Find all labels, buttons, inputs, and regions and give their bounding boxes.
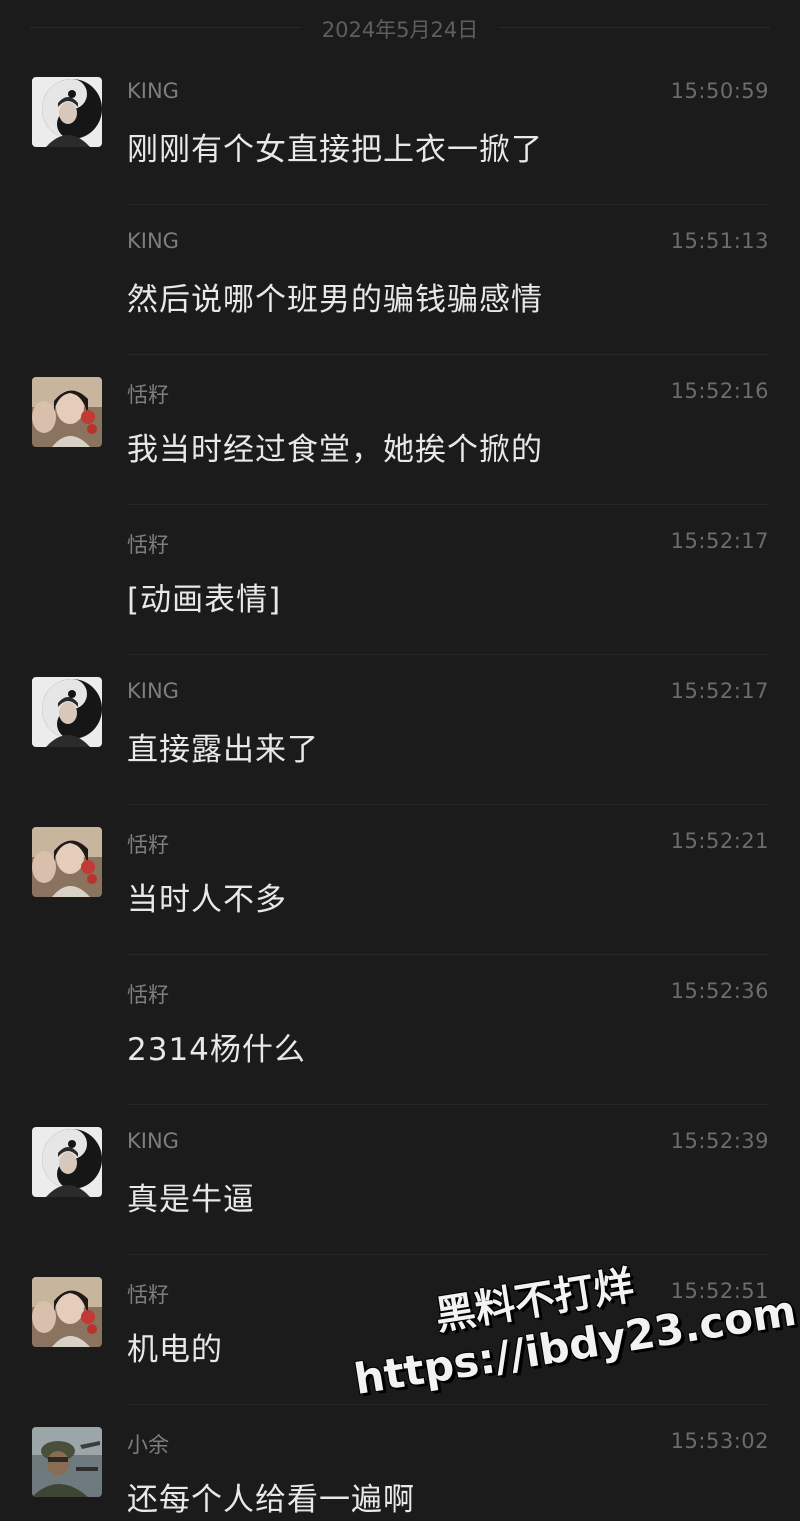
message-row[interactable]: KING 15:52:39 真是牛逼 (0, 1105, 800, 1255)
message-row[interactable]: 恬籽 15:52:16 我当时经过食堂，她挨个掀的 (0, 355, 800, 505)
message-time: 15:52:21 (670, 829, 769, 853)
message-time: 15:52:16 (670, 379, 769, 403)
sender-name: 恬籽 (127, 1283, 169, 1307)
message-row[interactable]: KING 15:52:17 直接露出来了 (0, 655, 800, 805)
message-time: 15:50:59 (670, 79, 769, 103)
message-row[interactable]: 恬籽 15:52:51 机电的 (0, 1255, 800, 1405)
king-avatar[interactable] (32, 1127, 102, 1197)
sender-name: KING (127, 79, 179, 103)
message-time: 15:52:51 (670, 1279, 769, 1303)
message-row[interactable]: 恬籽 15:52:21 当时人不多 (0, 805, 800, 955)
tianzi-avatar[interactable] (32, 827, 102, 897)
message-text: 刚刚有个女直接把上衣一掀了 (127, 132, 543, 168)
xiaoyu-avatar[interactable] (32, 1427, 102, 1497)
message-text: 当时人不多 (127, 882, 287, 918)
message-row[interactable]: KING 15:51:13 然后说哪个班男的骗钱骗感情 (0, 205, 800, 355)
sender-name: 恬籽 (127, 533, 169, 557)
message-time: 15:51:13 (670, 229, 769, 253)
date-divider: 2024年5月24日 (0, 0, 800, 55)
message-time: 15:52:36 (670, 979, 769, 1003)
sender-name: KING (127, 1129, 179, 1153)
message-text: 我当时经过食堂，她挨个掀的 (127, 432, 543, 468)
sender-name: KING (127, 229, 179, 253)
sender-name: 恬籽 (127, 983, 169, 1007)
message-text: 直接露出来了 (127, 732, 319, 768)
king-avatar[interactable] (32, 77, 102, 147)
message-text: 真是牛逼 (127, 1182, 255, 1218)
message-time: 15:52:39 (670, 1129, 769, 1153)
sender-name: 恬籽 (127, 833, 169, 857)
tianzi-avatar[interactable] (32, 1277, 102, 1347)
message-time: 15:52:17 (670, 529, 769, 553)
message-row[interactable]: 恬籽 15:52:36 2314杨什么 (0, 955, 800, 1105)
message-text: 2314杨什么 (127, 1032, 306, 1068)
sender-name: KING (127, 679, 179, 703)
message-time: 15:52:17 (670, 679, 769, 703)
tianzi-avatar[interactable] (32, 377, 102, 447)
message-row[interactable]: KING 15:50:59 刚刚有个女直接把上衣一掀了 (0, 55, 800, 205)
message-row[interactable]: 小余 15:53:02 还每个人给看一遍啊 (0, 1405, 800, 1521)
message-text: 机电的 (127, 1332, 223, 1368)
message-row[interactable]: 恬籽 15:52:17 [动画表情] (0, 505, 800, 655)
message-text: 还每个人给看一遍啊 (127, 1482, 415, 1518)
date-label: 2024年5月24日 (321, 18, 479, 42)
sender-name: 小余 (127, 1433, 169, 1457)
message-text: 然后说哪个班男的骗钱骗感情 (127, 282, 543, 318)
message-text: [动画表情] (127, 582, 282, 618)
sender-name: 恬籽 (127, 383, 169, 407)
divider-line-right (500, 27, 770, 28)
message-time: 15:53:02 (670, 1429, 769, 1453)
king-avatar[interactable] (32, 677, 102, 747)
